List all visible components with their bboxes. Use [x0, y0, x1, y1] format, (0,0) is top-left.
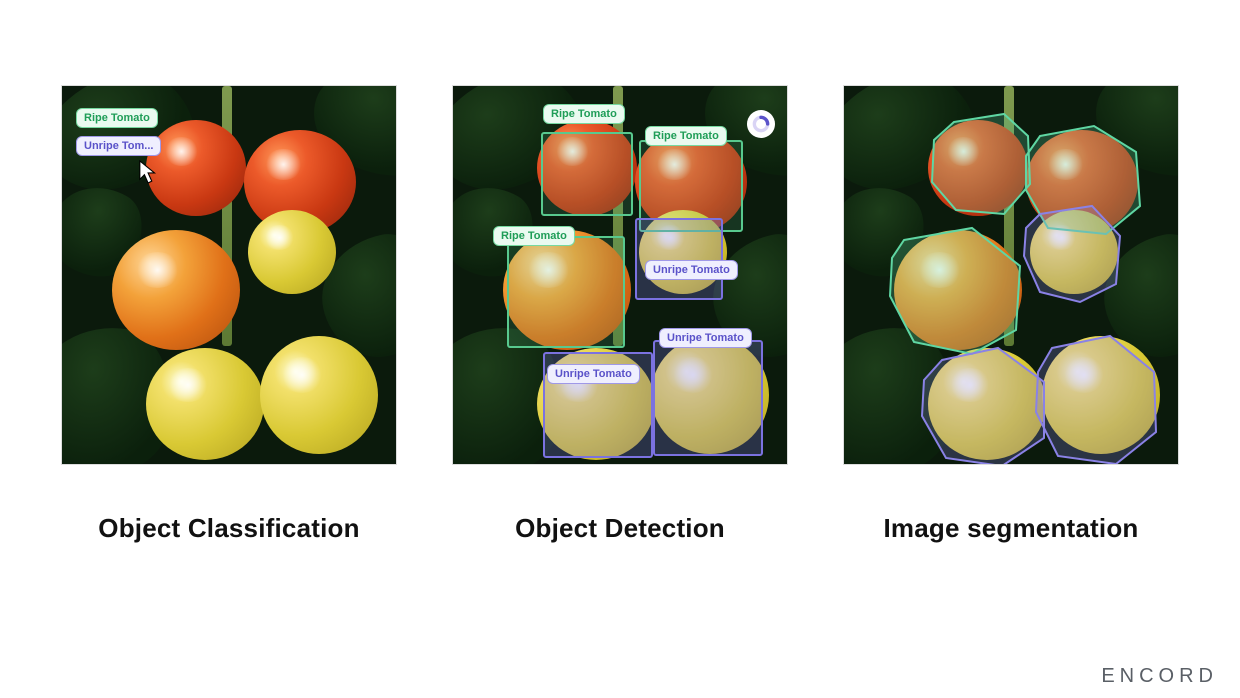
- loading-icon: [747, 110, 775, 138]
- segmentation-image: [843, 85, 1179, 465]
- tag-ripe-tomato[interactable]: Ripe Tomato: [76, 108, 158, 128]
- bbox-label-ripe[interactable]: Ripe Tomato: [543, 104, 625, 124]
- tomato-yellow: [260, 336, 378, 454]
- tomato-red: [146, 120, 246, 216]
- bbox-ripe[interactable]: [507, 236, 625, 348]
- bbox-ripe[interactable]: [541, 132, 633, 216]
- mask-ripe[interactable]: [890, 228, 1020, 354]
- bbox-label-ripe[interactable]: Ripe Tomato: [645, 126, 727, 146]
- caption-detection: Object Detection: [515, 513, 725, 544]
- detection-image: Ripe Tomato Ripe Tomato Ripe Tomato Unripe …: [452, 85, 788, 465]
- tomato-yellow: [146, 348, 264, 460]
- bbox-label-unripe[interactable]: Unripe Tomato: [645, 260, 738, 280]
- classification-image: Ripe Tomato Unripe Tom...: [61, 85, 397, 465]
- segmentation-masks: [844, 86, 1179, 465]
- mask-ripe[interactable]: [932, 114, 1030, 214]
- bbox-label-unripe[interactable]: Unripe Tomato: [659, 328, 752, 348]
- bbox-unripe[interactable]: [653, 340, 763, 456]
- mask-unripe[interactable]: [1024, 206, 1120, 302]
- mask-unripe[interactable]: [1036, 336, 1156, 464]
- bbox-label-ripe[interactable]: Ripe Tomato: [493, 226, 575, 246]
- tomato-yellow: [248, 210, 336, 294]
- caption-classification: Object Classification: [98, 513, 359, 544]
- tomato-orange: [112, 230, 240, 350]
- panel-classification: Ripe Tomato Unripe Tom... Object Classif…: [61, 85, 397, 544]
- tag-unripe-tomato[interactable]: Unripe Tom...: [76, 136, 161, 156]
- panel-segmentation: Image segmentation: [843, 85, 1179, 544]
- bbox-label-unripe[interactable]: Unripe Tomato: [547, 364, 640, 384]
- brand-logo: ENCORD: [1101, 665, 1218, 688]
- caption-segmentation: Image segmentation: [884, 513, 1139, 544]
- mask-unripe[interactable]: [922, 348, 1044, 465]
- panel-detection: Ripe Tomato Ripe Tomato Ripe Tomato Unripe …: [452, 85, 788, 544]
- bbox-unripe[interactable]: [635, 218, 723, 300]
